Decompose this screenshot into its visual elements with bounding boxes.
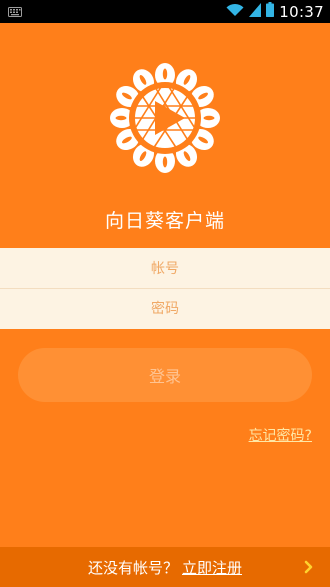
sunflower-logo-icon xyxy=(109,62,221,174)
chevron-right-icon[interactable] xyxy=(303,559,315,575)
status-time: 10:37 xyxy=(279,2,324,21)
account-input[interactable] xyxy=(0,249,330,289)
register-bar[interactable]: 还没有帐号？ 立即注册 xyxy=(0,547,330,587)
status-bar: 10:37 xyxy=(0,0,330,23)
keyboard-icon xyxy=(8,2,22,21)
battery-icon xyxy=(266,2,275,21)
login-button[interactable]: 登录 xyxy=(18,348,312,402)
status-right: 10:37 xyxy=(226,2,324,21)
cell-signal-icon xyxy=(249,2,262,21)
app-title: 向日葵客户端 xyxy=(104,210,225,232)
register-link[interactable]: 立即注册 xyxy=(182,557,242,578)
register-prompt: 还没有帐号？ xyxy=(87,558,178,577)
wifi-icon xyxy=(226,2,244,21)
status-left xyxy=(8,2,22,21)
password-input[interactable] xyxy=(0,289,330,329)
login-form xyxy=(0,248,330,329)
forgot-password-link[interactable]: 忘记密码? xyxy=(249,425,312,445)
